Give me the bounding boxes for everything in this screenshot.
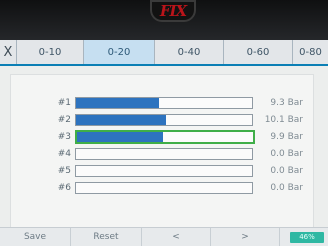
brand-text: FIX [159, 2, 187, 20]
pressure-fill [76, 98, 159, 108]
pressure-bar [75, 114, 253, 126]
pressure-bar [75, 148, 253, 160]
pressure-fill [77, 132, 164, 142]
tab-range-0-20[interactable]: 0-20 [84, 40, 155, 64]
tab-range-0-10[interactable]: 0-10 [17, 40, 84, 64]
next-button[interactable]: > [211, 228, 280, 246]
channel-label: #3 [57, 132, 71, 142]
tab-range-0-60[interactable]: 0-60 [224, 40, 293, 64]
channel-row[interactable]: #2 10.1 Bar [11, 114, 313, 126]
pressure-bar [75, 130, 255, 144]
channel-label: #6 [57, 183, 71, 193]
range-tabs: X 0-10 0-20 0-40 0-60 0-80 [0, 40, 328, 66]
channel-row[interactable]: #1 9.3 Bar [11, 97, 313, 109]
pressure-fill [76, 115, 166, 125]
pressure-bar [75, 165, 253, 177]
pressure-value: 0.0 Bar [270, 183, 303, 193]
tab-range-0-40[interactable]: 0-40 [155, 40, 224, 64]
pressure-bar [75, 182, 253, 194]
channel-label: #4 [57, 149, 71, 159]
pressure-value: 10.1 Bar [264, 115, 303, 125]
pressure-value: 0.0 Bar [270, 166, 303, 176]
bottom-toolbar: Save Reset < > 46% [0, 227, 328, 246]
channel-row[interactable]: #4 0.0 Bar [11, 148, 313, 160]
close-tab-button[interactable]: X [0, 40, 17, 64]
save-button[interactable]: Save [0, 228, 71, 246]
tab-range-0-80[interactable]: 0-80 [293, 40, 328, 64]
channel-label: #2 [57, 115, 71, 125]
pressure-value: 9.9 Bar [270, 132, 303, 142]
channel-row[interactable]: #5 0.0 Bar [11, 165, 313, 177]
pressure-panel: #1 9.3 Bar #2 10.1 Bar #3 9.9 Bar #4 0.0… [10, 74, 314, 228]
channel-label: #1 [57, 98, 71, 108]
brand-logo: FIX [150, 0, 196, 22]
device-screen: X 0-10 0-20 0-40 0-60 0-80 #1 9.3 Bar #2… [0, 40, 328, 246]
previous-button[interactable]: < [142, 228, 211, 246]
channel-label: #5 [57, 166, 71, 176]
pressure-bar [75, 97, 253, 109]
battery-indicator: 46% [290, 231, 324, 243]
pressure-value: 9.3 Bar [270, 98, 303, 108]
channel-row[interactable]: #6 0.0 Bar [11, 182, 313, 194]
reset-button[interactable]: Reset [71, 228, 142, 246]
channel-row-selected[interactable]: #3 9.9 Bar [11, 130, 313, 144]
pressure-value: 0.0 Bar [270, 149, 303, 159]
